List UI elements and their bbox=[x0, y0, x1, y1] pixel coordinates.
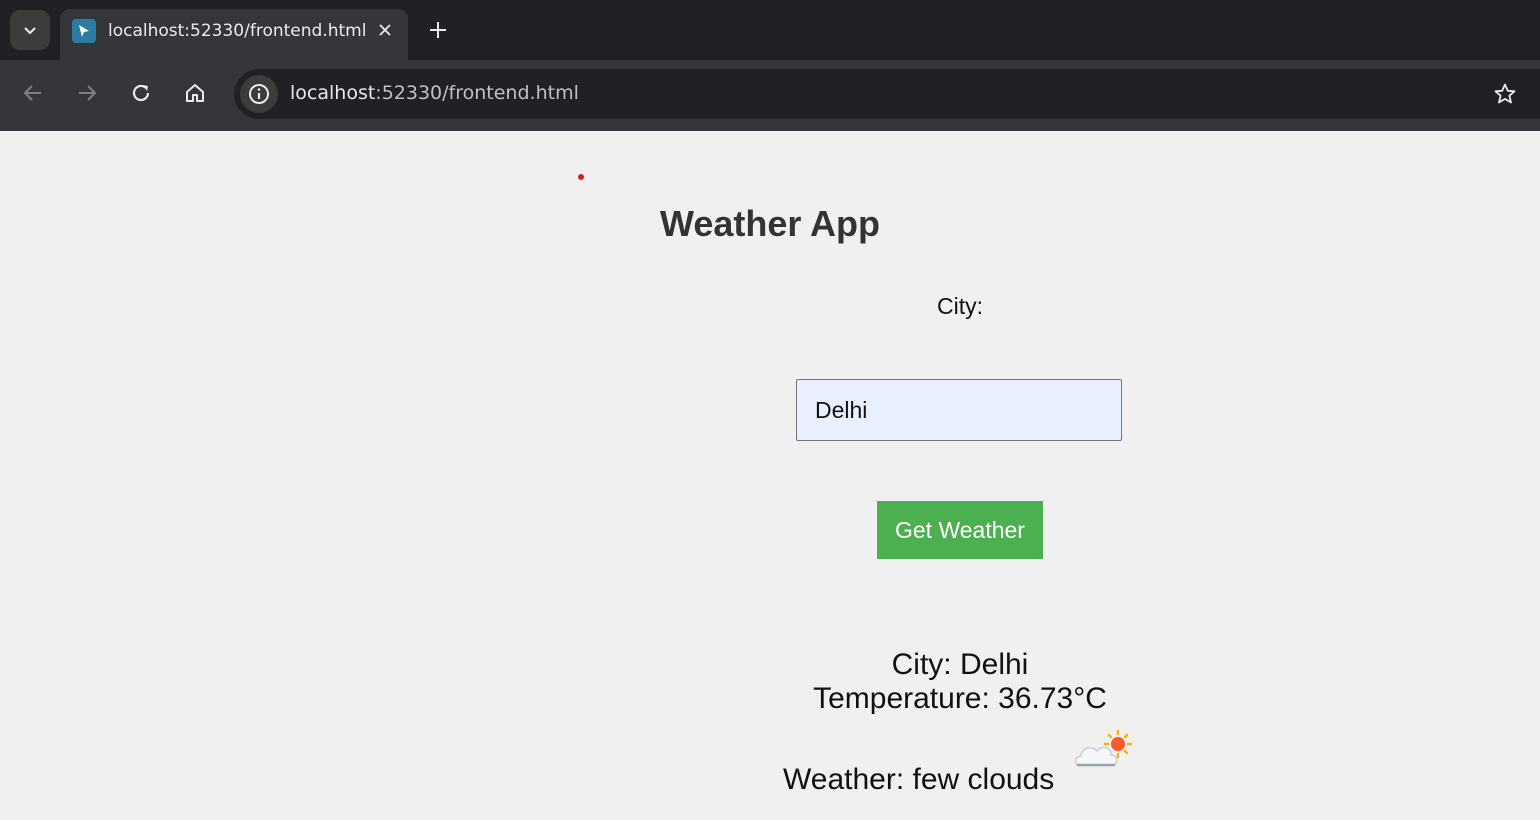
new-tab-button[interactable] bbox=[424, 16, 452, 44]
active-tab[interactable]: localhost:52330/frontend.html bbox=[60, 9, 408, 60]
home-button[interactable] bbox=[175, 73, 215, 113]
result-temperature: Temperature: 36.73°C bbox=[813, 682, 1107, 715]
back-button[interactable] bbox=[13, 73, 53, 113]
site-info-button[interactable] bbox=[240, 75, 278, 113]
get-weather-button[interactable]: Get Weather bbox=[877, 501, 1043, 559]
tab-title: localhost:52330/frontend.html bbox=[108, 21, 367, 41]
forward-button[interactable] bbox=[67, 73, 107, 113]
arrow-right-icon bbox=[79, 85, 97, 101]
page-title: Weather App bbox=[659, 203, 881, 244]
plus-icon bbox=[430, 22, 446, 38]
chevron-down-icon bbox=[24, 27, 36, 35]
red-dot-marker bbox=[578, 174, 584, 180]
tab-search-button[interactable] bbox=[10, 10, 50, 50]
reload-button[interactable] bbox=[121, 73, 161, 113]
tab-close-button[interactable] bbox=[372, 17, 398, 43]
url-path: :52330/frontend.html bbox=[375, 82, 579, 104]
star-icon bbox=[1494, 83, 1516, 104]
bookmark-button[interactable] bbox=[1490, 79, 1520, 109]
address-bar[interactable]: localhost:52330/frontend.html bbox=[234, 69, 1540, 119]
close-icon bbox=[379, 24, 391, 36]
arrow-left-icon bbox=[23, 85, 41, 101]
browser-chrome: localhost:52330/frontend.html localhost:… bbox=[0, 0, 1540, 131]
cursor-favicon-icon bbox=[72, 19, 96, 43]
home-icon bbox=[186, 84, 204, 102]
reload-icon bbox=[132, 84, 150, 102]
tab-strip: localhost:52330/frontend.html bbox=[0, 0, 1540, 60]
url-host: localhost bbox=[290, 82, 376, 104]
page-content: Weather App City: Get Weather City: Delh… bbox=[0, 131, 1540, 820]
city-input[interactable] bbox=[796, 379, 1122, 441]
info-icon bbox=[249, 84, 269, 104]
url-text: localhost:52330/frontend.html bbox=[290, 82, 579, 104]
few-clouds-icon bbox=[1074, 729, 1133, 767]
result-weather: Weather: few clouds bbox=[783, 763, 1055, 796]
browser-toolbar: localhost:52330/frontend.html bbox=[0, 60, 1540, 131]
city-label: City: bbox=[937, 293, 983, 319]
result-city: City: Delhi bbox=[891, 648, 1029, 681]
